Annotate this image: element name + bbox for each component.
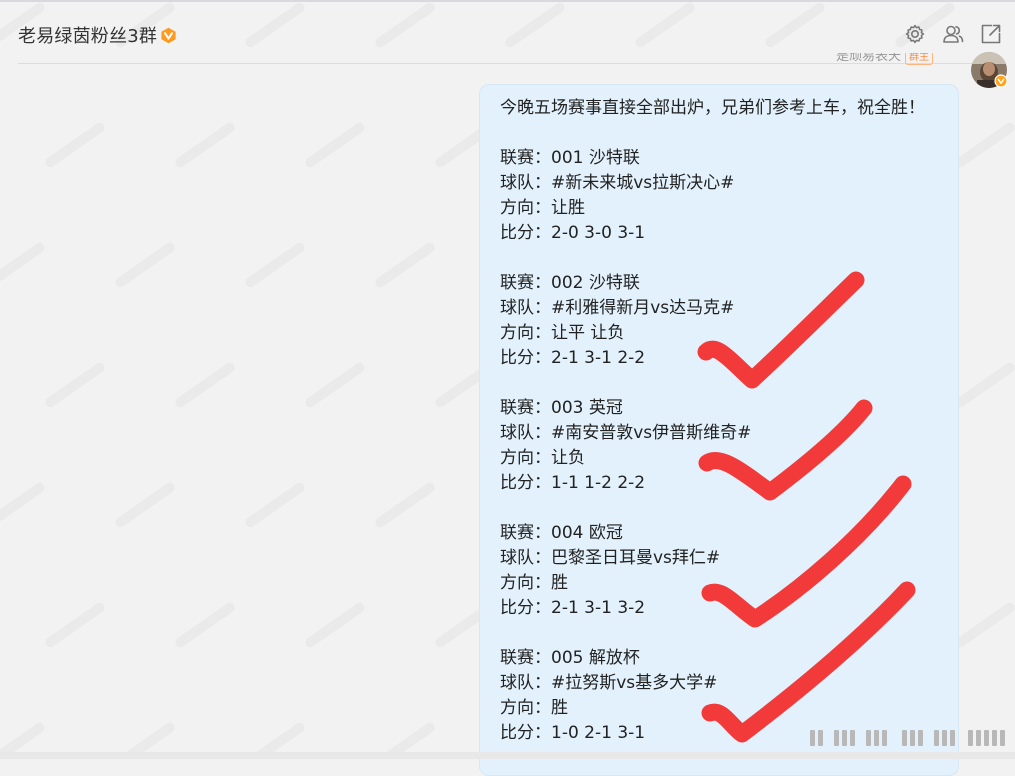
match-direction: 方向：让胜 — [500, 198, 585, 218]
match-league: 联赛：003 英冠 — [500, 398, 623, 418]
watermark-mark — [953, 120, 1015, 170]
match-teams: 球队：#拉努斯vs基多大学# — [500, 673, 718, 693]
watermark-mark — [173, 600, 237, 650]
match-teams: 球队：巴黎圣日耳曼vs拜仁# — [500, 548, 721, 568]
match-direction: 方向：让负 — [500, 448, 585, 468]
match-teams: 球队：#新未来城vs拉斯决心# — [500, 173, 735, 193]
match-scores: 比分：1-1 1-2 2-2 — [500, 473, 646, 493]
match-scores: 比分：2-1 3-1 2-2 — [500, 348, 646, 368]
match-direction: 方向：胜 — [500, 698, 568, 718]
match-teams: 球队：#南安普敦vs伊普斯维奇# — [500, 423, 752, 443]
message-text: 今晚五场赛事直接全部出炉，兄弟们参考上车，祝全胜！ 联赛：001 沙特联 球队：… — [500, 96, 925, 746]
watermark-mark — [303, 360, 367, 410]
match-scores: 比分：2-0 3-0 3-1 — [500, 223, 646, 243]
match-league: 联赛：004 欧冠 — [500, 523, 623, 543]
watermark-mark — [243, 240, 307, 290]
watermark-mark — [953, 360, 1015, 410]
watermark-mark — [303, 120, 367, 170]
message-intro: 今晚五场赛事直接全部出炉，兄弟们参考上车，祝全胜！ — [500, 98, 925, 118]
avatar[interactable] — [971, 52, 1008, 88]
watermark-mark — [0, 480, 47, 530]
signal-grip-icon — [808, 726, 1008, 750]
popout-icon[interactable] — [979, 22, 1003, 46]
settings-icon[interactable] — [903, 22, 927, 46]
sender-name[interactable]: 是顽易表天 — [836, 53, 901, 64]
horizontal-scrollbar[interactable] — [0, 752, 1015, 759]
watermark-mark — [43, 120, 107, 170]
watermark-mark — [373, 480, 437, 530]
watermark-mark — [173, 120, 237, 170]
match-direction: 方向：让平 让负 — [500, 323, 625, 343]
members-icon[interactable] — [941, 22, 965, 46]
match-teams: 球队：#利雅得新月vs达马克# — [500, 298, 735, 318]
watermark-mark — [43, 360, 107, 410]
match-league: 联赛：005 解放杯 — [500, 648, 640, 668]
role-tag: 群主 — [905, 53, 934, 65]
match-direction: 方向：胜 — [500, 573, 568, 593]
watermark-mark — [303, 600, 367, 650]
watermark-mark — [113, 480, 177, 530]
watermark-mark — [173, 360, 237, 410]
watermark-mark — [0, 240, 47, 290]
watermark-mark — [373, 240, 437, 290]
match-league: 联赛：001 沙特联 — [500, 148, 640, 168]
watermark-mark — [113, 240, 177, 290]
match-league: 联赛：002 沙特联 — [500, 273, 640, 293]
match-scores: 比分：2-1 3-1 3-2 — [500, 598, 646, 618]
watermark-mark — [953, 600, 1015, 650]
vip-badge-icon — [160, 27, 177, 44]
chat-title-group: 老易绿茵粉丝3群 — [18, 22, 177, 48]
sender-info: 是顽易表天 群主 — [836, 53, 934, 67]
watermark-mark — [243, 480, 307, 530]
watermark-mark — [43, 600, 107, 650]
chat-title: 老易绿茵粉丝3群 — [18, 26, 158, 47]
header-toolbar — [903, 22, 1003, 46]
